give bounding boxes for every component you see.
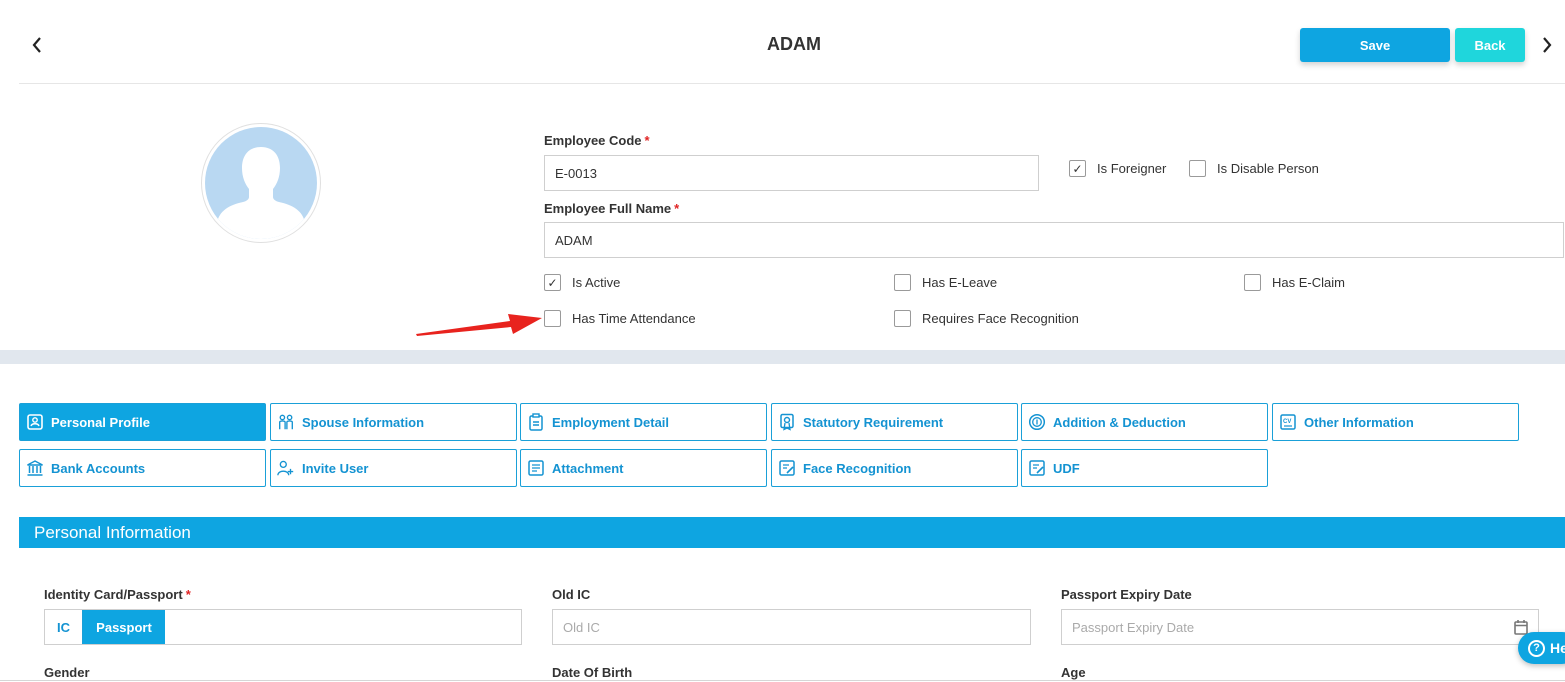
checkmark-icon: ✓ bbox=[544, 274, 561, 291]
passport-expiry-date-field[interactable]: Passport Expiry Date bbox=[1061, 609, 1539, 645]
person-silhouette-icon bbox=[205, 127, 317, 239]
tab-invite-user[interactable]: Invite User bbox=[270, 449, 517, 487]
is-foreigner-checkbox[interactable]: ✓ Is Foreigner bbox=[1069, 160, 1166, 177]
identity-option-ic[interactable]: IC bbox=[45, 610, 83, 644]
document-edit-icon bbox=[778, 459, 796, 477]
add-user-icon bbox=[277, 459, 295, 477]
tab-udf[interactable]: UDF bbox=[1021, 449, 1268, 487]
tab-statutory-requirement[interactable]: Statutory Requirement bbox=[771, 403, 1018, 441]
employee-full-name-field[interactable]: ADAM bbox=[544, 222, 1564, 258]
employee-code-field[interactable]: E-0013 bbox=[544, 155, 1039, 191]
employee-code-label: Employee Code * bbox=[544, 133, 650, 148]
passport-expiry-date-label: Passport Expiry Date bbox=[1061, 587, 1192, 602]
svg-text:CV: CV bbox=[1283, 419, 1291, 425]
tab-other-information[interactable]: CV Other Information bbox=[1272, 403, 1519, 441]
section-title-personal-information: Personal Information bbox=[19, 517, 1565, 548]
couple-icon bbox=[277, 413, 295, 431]
chevron-right-icon[interactable] bbox=[1534, 32, 1560, 58]
is-active-checkbox[interactable]: ✓ Is Active bbox=[544, 274, 620, 291]
document-icon bbox=[527, 459, 545, 477]
tab-face-recognition[interactable]: Face Recognition bbox=[771, 449, 1018, 487]
bottom-divider bbox=[0, 680, 1565, 681]
gender-label: Gender bbox=[44, 665, 90, 680]
has-e-claim-checkbox[interactable]: Has E-Claim bbox=[1244, 274, 1345, 291]
tab-employment-detail[interactable]: Employment Detail bbox=[520, 403, 767, 441]
employee-full-name-label: Employee Full Name * bbox=[544, 201, 680, 216]
tab-bank-accounts[interactable]: Bank Accounts bbox=[19, 449, 266, 487]
is-disable-person-checkbox[interactable]: Is Disable Person bbox=[1189, 160, 1319, 177]
has-e-leave-checkbox[interactable]: Has E-Leave bbox=[894, 274, 997, 291]
has-time-attendance-checkbox[interactable]: Has Time Attendance bbox=[544, 310, 696, 327]
header-divider bbox=[19, 83, 1565, 84]
question-icon: ? bbox=[1528, 639, 1545, 657]
avatar[interactable] bbox=[201, 123, 321, 243]
save-button[interactable]: Save bbox=[1300, 28, 1450, 62]
coin-icon bbox=[1028, 413, 1046, 431]
tab-attachment[interactable]: Attachment bbox=[520, 449, 767, 487]
requires-face-recognition-checkbox[interactable]: Requires Face Recognition bbox=[894, 310, 1079, 327]
checkmark-icon: ✓ bbox=[1069, 160, 1086, 177]
annotation-arrow-icon bbox=[416, 314, 542, 336]
clipboard-icon bbox=[527, 413, 545, 431]
back-button[interactable]: Back bbox=[1455, 28, 1525, 62]
old-ic-field[interactable]: Old IC bbox=[552, 609, 1031, 645]
age-label: Age bbox=[1061, 665, 1086, 680]
certificate-icon bbox=[778, 413, 796, 431]
old-ic-label: Old IC bbox=[552, 587, 591, 602]
identity-option-passport[interactable]: Passport bbox=[83, 610, 165, 644]
tab-spouse-information[interactable]: Spouse Information bbox=[270, 403, 517, 441]
section-divider bbox=[0, 350, 1565, 364]
document-edit-icon bbox=[1028, 459, 1046, 477]
top-bar: ADAM Save Back bbox=[0, 0, 1565, 84]
bank-icon bbox=[26, 459, 44, 477]
date-of-birth-label: Date Of Birth bbox=[552, 665, 633, 680]
identity-card-passport-label: Identity Card/Passport * bbox=[44, 587, 191, 602]
identity-type-toggle: IC Passport bbox=[44, 609, 522, 645]
cv-icon: CV bbox=[1279, 413, 1297, 431]
help-button[interactable]: ? He bbox=[1518, 632, 1565, 664]
profile-icon bbox=[26, 413, 44, 431]
tab-addition-deduction[interactable]: Addition & Deduction bbox=[1021, 403, 1268, 441]
tab-personal-profile[interactable]: Personal Profile bbox=[19, 403, 266, 441]
